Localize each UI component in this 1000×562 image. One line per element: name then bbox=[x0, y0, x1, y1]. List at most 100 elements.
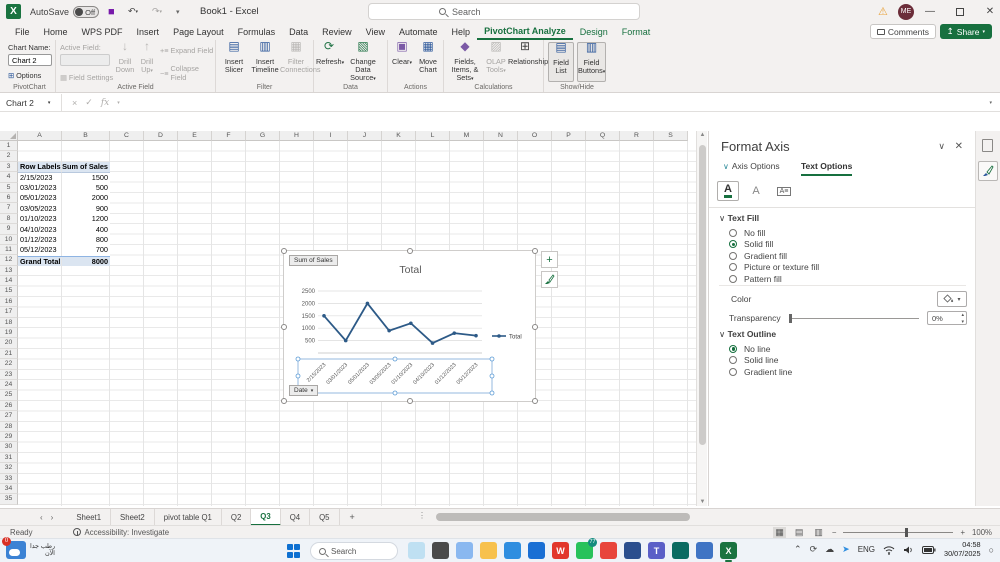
pivot-row[interactable]: 04/10/2023 400 bbox=[18, 224, 110, 235]
properties-icon[interactable] bbox=[982, 139, 993, 152]
comments-button[interactable]: Comments bbox=[869, 24, 936, 39]
column-header-f[interactable]: F bbox=[212, 131, 246, 141]
radio-no-fill[interactable]: No fill bbox=[729, 227, 819, 239]
title-search-input[interactable]: Search bbox=[368, 3, 640, 20]
radio-icon[interactable] bbox=[729, 263, 737, 272]
save-icon[interactable]: ■ bbox=[108, 0, 115, 23]
row-header-12[interactable]: 12 bbox=[0, 255, 18, 266]
chart-styles-button[interactable] bbox=[541, 271, 558, 288]
start-button[interactable] bbox=[287, 544, 301, 558]
insert-timeline-button[interactable]: ▥ Insert Timeline bbox=[250, 40, 280, 74]
row-header-16[interactable]: 16 bbox=[0, 296, 18, 308]
location-arrow-icon[interactable]: ➤ bbox=[842, 544, 850, 555]
pivot-cell[interactable]: 8000 bbox=[62, 257, 110, 266]
pivot-cell[interactable]: 500 bbox=[62, 183, 110, 193]
field-list-button[interactable]: ▤ Field List bbox=[548, 41, 574, 82]
row-header-4[interactable]: 4 bbox=[0, 172, 18, 183]
row-header-17[interactable]: 17 bbox=[0, 307, 18, 318]
chart-resize-handle[interactable] bbox=[407, 248, 413, 254]
row-header-32[interactable]: 32 bbox=[0, 463, 18, 474]
row-headers[interactable]: 1 2 3 4 5 6 7 8 9 10 11 12 13 14 15 16 17 18 19 20 21 22 23 24 2… bbox=[0, 141, 18, 505]
formula-input[interactable] bbox=[120, 94, 990, 112]
sheet-tab-sheet2[interactable]: Sheet2 bbox=[111, 508, 155, 526]
pane-close-icon[interactable]: ✕ bbox=[955, 141, 963, 152]
ribbon-tab-page-layout[interactable]: Page Layout bbox=[166, 23, 231, 40]
redo-icon[interactable]: ↷ ▾ bbox=[152, 0, 162, 23]
row-header-24[interactable]: 24 bbox=[0, 379, 18, 391]
radio-picture-or-texture-fill[interactable]: Picture or texture fill bbox=[729, 262, 819, 274]
sheet-tab-pivot-table-q1[interactable]: pivot table Q1 bbox=[155, 508, 222, 526]
battery-icon[interactable] bbox=[922, 545, 936, 554]
collapse-field-button[interactable]: −≡ Collapse Field bbox=[160, 64, 215, 82]
row-header-9[interactable]: 9 bbox=[0, 224, 18, 235]
column-header-c[interactable]: C bbox=[110, 131, 144, 141]
normal-view-icon[interactable]: ▦ bbox=[773, 526, 786, 538]
accessibility-status[interactable]: Accessibility: Investigate bbox=[33, 528, 169, 537]
column-header-r[interactable]: R bbox=[620, 131, 654, 141]
formula-bar-expand-icon[interactable]: ▾ bbox=[989, 100, 1000, 106]
ribbon-tab-format[interactable]: Format bbox=[615, 23, 658, 40]
chrome-icon[interactable] bbox=[600, 542, 617, 559]
row-header-7[interactable]: 7 bbox=[0, 203, 18, 214]
pivot-cell[interactable]: 2/15/2023 bbox=[18, 172, 62, 183]
whatsapp-icon[interactable]: 77 bbox=[576, 538, 597, 559]
pivot-cell[interactable]: 01/10/2023 bbox=[18, 214, 62, 225]
database-icon[interactable] bbox=[696, 542, 713, 559]
ribbon-tab-view[interactable]: View bbox=[359, 23, 392, 40]
language-indicator[interactable]: ENG bbox=[858, 545, 875, 554]
ribbon-tab-home[interactable]: Home bbox=[37, 23, 75, 40]
pivot-cell[interactable]: 800 bbox=[62, 235, 110, 245]
ribbon-tab-data[interactable]: Data bbox=[282, 23, 315, 40]
quick-access-customize-icon[interactable]: ▾ bbox=[176, 0, 180, 23]
ribbon-tab-pivotchart-analyze[interactable]: PivotChart Analyze bbox=[477, 23, 573, 40]
radio-icon[interactable] bbox=[729, 240, 737, 249]
row-header-27[interactable]: 27 bbox=[0, 411, 18, 422]
fields-items-sets-button[interactable]: ◆ Fields, Items, & Sets▾ bbox=[446, 40, 484, 83]
name-box-dropdown-icon[interactable]: ▾ bbox=[48, 100, 51, 106]
ribbon-tab-automate[interactable]: Automate bbox=[392, 23, 445, 40]
pivot-cell[interactable]: 700 bbox=[62, 245, 110, 255]
column-header-n[interactable]: N bbox=[484, 131, 518, 141]
zoom-in-icon[interactable]: + bbox=[960, 528, 965, 537]
column-header-j[interactable]: J bbox=[348, 131, 382, 141]
copilot-icon[interactable] bbox=[456, 542, 473, 559]
chart-plot-area[interactable]: 50010001500200025002/15/202303/01/202305… bbox=[284, 279, 537, 401]
app-blue-icon[interactable] bbox=[624, 542, 641, 559]
radio-gradient-line[interactable]: Gradient line bbox=[729, 366, 792, 378]
text-fill-section-header[interactable]: ∨ Text Fill bbox=[719, 213, 759, 224]
pivot-cell[interactable]: 1500 bbox=[62, 173, 110, 183]
chart-axis-field-button[interactable]: Date ▾ bbox=[289, 385, 319, 396]
scroll-down-icon[interactable]: ▼ bbox=[697, 499, 708, 505]
move-chart-button[interactable]: ▦ Move Chart bbox=[414, 40, 442, 74]
text-effects-icon[interactable]: A bbox=[745, 181, 767, 201]
change-data-source-button[interactable]: ▧ Change Data Source▾ bbox=[342, 40, 384, 83]
taskview-icon[interactable] bbox=[432, 542, 449, 559]
zoom-out-icon[interactable]: − bbox=[832, 528, 837, 537]
ribbon-tab-review[interactable]: Review bbox=[315, 23, 359, 40]
pivot-row[interactable]: 05/12/2023 700 bbox=[18, 245, 110, 256]
excel-icon[interactable]: X bbox=[720, 542, 737, 562]
radio-icon[interactable] bbox=[729, 356, 737, 365]
horizontal-scrollbar-thumb[interactable] bbox=[436, 513, 690, 521]
pivot-cell[interactable]: 01/12/2023 bbox=[18, 234, 62, 246]
clear-button[interactable]: ▣ Clear▾ bbox=[390, 40, 414, 67]
column-header-k[interactable]: K bbox=[382, 131, 416, 141]
textbox-icon[interactable]: A≡ bbox=[773, 181, 795, 201]
row-header-25[interactable]: 25 bbox=[0, 390, 18, 401]
chart-resize-handle[interactable] bbox=[407, 398, 413, 404]
radio-no-line[interactable]: No line bbox=[729, 343, 792, 355]
chart-resize-handle[interactable] bbox=[281, 324, 287, 330]
pivot-chart[interactable]: Sum of Sales Total 500 1000 1500 2000 2500 2/… bbox=[281, 248, 538, 404]
transparency-slider-handle[interactable] bbox=[788, 313, 792, 323]
hidden-icons-chevron[interactable]: ⌃ bbox=[794, 544, 802, 555]
row-header-23[interactable]: 23 bbox=[0, 369, 18, 380]
pivot-cell[interactable]: 03/01/2023 bbox=[18, 182, 62, 194]
cancel-formula-icon[interactable]: × bbox=[72, 98, 77, 108]
relationships-button[interactable]: ⊞ Relationships bbox=[508, 40, 552, 66]
taskbar-search[interactable]: Search bbox=[310, 542, 398, 560]
horizontal-scrollbar[interactable] bbox=[428, 512, 698, 523]
tab-axis-options[interactable]: ∨ Axis Options bbox=[723, 161, 780, 171]
column-header-g[interactable]: G bbox=[246, 131, 280, 141]
row-header-15[interactable]: 15 bbox=[0, 286, 18, 297]
refresh-button[interactable]: ⟳ Refresh▾ bbox=[316, 40, 344, 67]
